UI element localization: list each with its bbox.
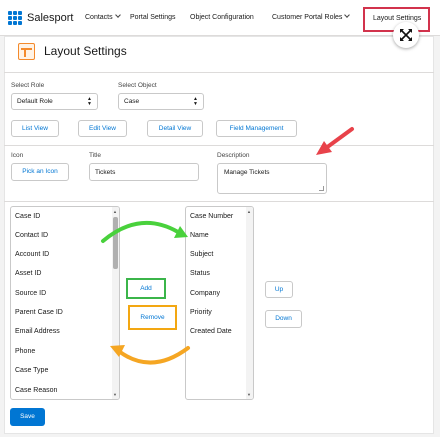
- list-item[interactable]: Email Address: [15, 328, 60, 335]
- app-logo-icon: [8, 11, 22, 25]
- role-select[interactable]: Default Role ▲ ▼: [11, 93, 98, 110]
- list-item[interactable]: Account ID: [15, 251, 49, 258]
- scroll-down-icon[interactable]: ▼: [247, 393, 251, 397]
- top-navigation: Salesport Contacts Portal Settings Objec…: [0, 0, 440, 36]
- remove-button[interactable]: Remove: [128, 305, 177, 330]
- divider: [4, 201, 434, 202]
- page-title: Layout Settings: [44, 44, 127, 58]
- list-item[interactable]: Source ID: [15, 290, 46, 297]
- list-item[interactable]: Created Date: [190, 328, 232, 335]
- description-textarea[interactable]: Manage Tickets: [217, 163, 327, 194]
- divider: [4, 72, 434, 73]
- scroll-up-icon[interactable]: ▲: [113, 210, 117, 214]
- tab-list-view[interactable]: List View: [11, 120, 59, 137]
- list-item[interactable]: Case Number: [190, 213, 233, 220]
- layout-icon: [18, 43, 35, 60]
- list-item[interactable]: Status: [190, 270, 210, 277]
- move-up-button[interactable]: Up: [265, 281, 293, 298]
- list-item[interactable]: Subject: [190, 251, 213, 258]
- object-select[interactable]: Case ▲ ▼: [118, 93, 204, 110]
- tab-field-management[interactable]: Field Management: [216, 120, 297, 137]
- scrollbar[interactable]: ▲ ▼: [246, 207, 253, 399]
- app-brand: Salesport: [27, 12, 74, 24]
- chevron-down-icon: [114, 12, 121, 18]
- list-item[interactable]: Priority: [190, 309, 212, 316]
- nav-item-object-configuration[interactable]: Object Configuration: [190, 14, 254, 21]
- nav-item-contacts[interactable]: Contacts: [85, 12, 121, 21]
- selected-fields-list[interactable]: Case Number Name Subject Status Company …: [185, 206, 254, 400]
- list-item[interactable]: Case Reason: [15, 387, 57, 394]
- list-item[interactable]: Phone: [15, 348, 35, 355]
- title-label: Title: [89, 152, 102, 159]
- nav-item-customer-portal-roles[interactable]: Customer Portal Roles: [272, 12, 351, 21]
- chevron-down-icon: [344, 12, 351, 18]
- list-item[interactable]: Company: [190, 290, 220, 297]
- list-item[interactable]: Asset ID: [15, 270, 41, 277]
- add-button[interactable]: Add: [126, 278, 166, 299]
- resize-handle-icon[interactable]: [319, 186, 324, 191]
- scroll-down-icon[interactable]: ▼: [113, 393, 117, 397]
- divider: [4, 145, 434, 146]
- list-item[interactable]: Name: [190, 232, 209, 239]
- object-label: Select Object: [118, 82, 157, 89]
- list-item[interactable]: Parent Case ID: [15, 309, 63, 316]
- scrollbar[interactable]: ▲ ▼: [112, 207, 119, 399]
- available-fields-list[interactable]: Case ID Contact ID Account ID Asset ID S…: [10, 206, 120, 400]
- tab-detail-view[interactable]: Detail View: [147, 120, 203, 137]
- title-input[interactable]: Tickets: [89, 163, 199, 181]
- nav-item-portal-settings[interactable]: Portal Settings: [130, 14, 176, 21]
- scroll-thumb[interactable]: [113, 217, 118, 269]
- expand-icon[interactable]: [393, 22, 419, 48]
- updown-icon: ▲ ▼: [193, 96, 198, 107]
- list-item[interactable]: Contact ID: [15, 232, 48, 239]
- updown-icon: ▲ ▼: [87, 96, 92, 107]
- list-item[interactable]: Case Type: [15, 367, 48, 374]
- icon-label: Icon: [11, 152, 24, 159]
- tab-edit-view[interactable]: Edit View: [78, 120, 127, 137]
- pick-icon-button[interactable]: Pick an Icon: [11, 163, 69, 181]
- save-button[interactable]: Save: [10, 408, 45, 426]
- list-item[interactable]: Case ID: [15, 213, 40, 220]
- scroll-up-icon[interactable]: ▲: [247, 210, 251, 214]
- role-label: Select Role: [11, 82, 45, 89]
- description-label: Description: [217, 152, 250, 159]
- move-down-button[interactable]: Down: [265, 310, 302, 328]
